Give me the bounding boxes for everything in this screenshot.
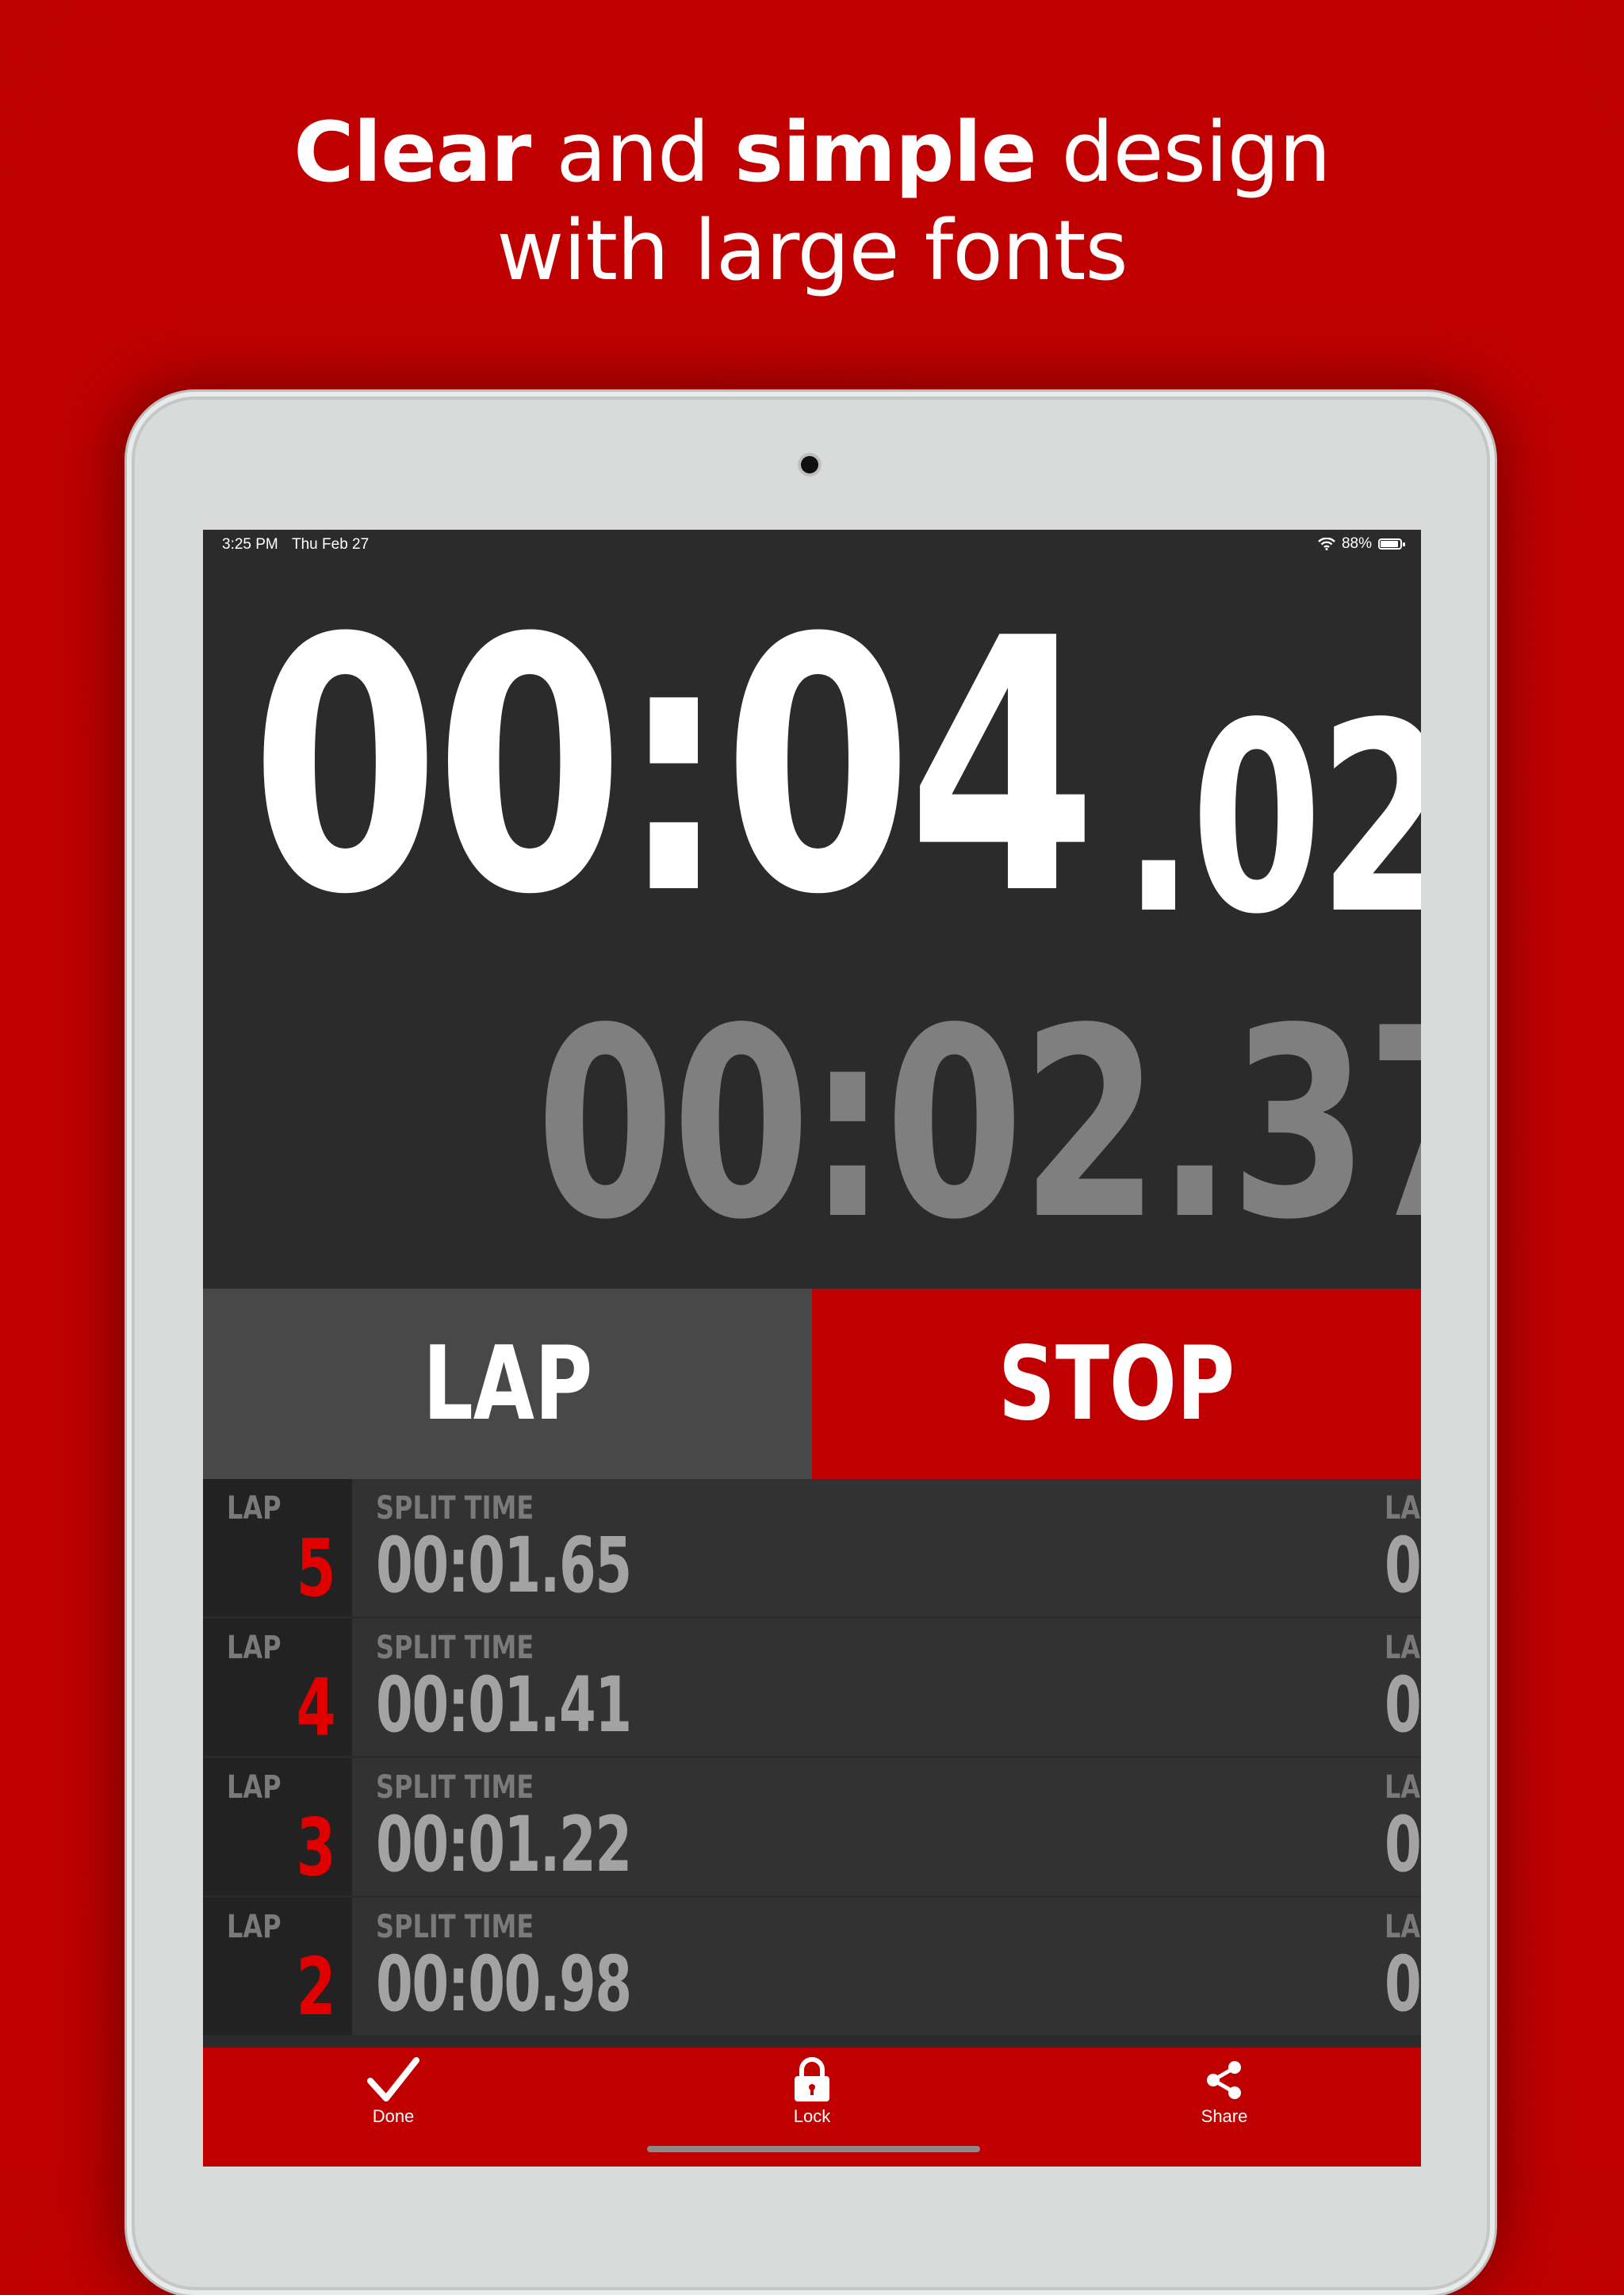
current-lap-time-display: 00:02.37 [536, 972, 1421, 1277]
stop-button[interactable]: STOP [812, 1289, 1421, 1479]
lap-number-cell: LAP 4 [203, 1619, 352, 1756]
headline-text-and: and [530, 104, 735, 201]
marketing-headline: Clear and simple design with large fonts [0, 103, 1624, 300]
lap-row: LAP 4 SPLIT TIME 00:01.41 LAP TIME 00:00… [203, 1619, 1421, 1757]
lock-label: Lock [793, 2106, 831, 2126]
lap-data-cell: SPLIT TIME 00:01.22 LAP TIME 00:00.19 [352, 1758, 1421, 1895]
done-label: Done [372, 2106, 415, 2126]
lap-number-cell: LAP 2 [203, 1898, 352, 2035]
lap-number: 3 [296, 1801, 336, 1894]
app-screen: 3:25 PM Thu Feb 27 88% 00:04 .02 00:02.3… [203, 530, 1421, 2167]
split-time-value: 00:01.41 [376, 1661, 632, 1749]
lap-time-value: 00:02.37 [1385, 1521, 1421, 1610]
lap-label: LAP [227, 1490, 282, 1527]
lap-row: LAP 5 SPLIT TIME 00:01.65 LAP TIME 00:02… [203, 1479, 1421, 1618]
lap-row: LAP 2 SPLIT TIME 00:00.98 LAP TIME 00:00… [203, 1898, 1421, 2036]
lap-row: LAP 3 SPLIT TIME 00:01.22 LAP TIME 00:00… [203, 1758, 1421, 1897]
share-label: Share [1201, 2106, 1248, 2126]
elapsed-time-fraction: .02 [1123, 667, 1421, 971]
checkmark-icon [367, 2057, 419, 2102]
lap-data-cell: SPLIT TIME 00:00.98 LAP TIME 00:00.24 [352, 1898, 1421, 2035]
stop-button-label: STOP [998, 1324, 1235, 1443]
elapsed-time-main: 00:04 [251, 565, 1097, 971]
split-time-value: 00:01.65 [376, 1521, 632, 1610]
lap-label: LAP [227, 1630, 282, 1666]
lap-number-cell: LAP 5 [203, 1479, 352, 1616]
lap-number: 4 [296, 1661, 336, 1754]
home-indicator[interactable] [647, 2146, 980, 2152]
lap-time-value: 00:00.19 [1385, 1800, 1421, 1889]
headline-line2: with large fonts [496, 202, 1128, 299]
headline-text-design: design [1036, 104, 1331, 201]
lap-label: LAP [227, 1909, 282, 1945]
lap-number: 2 [296, 1941, 336, 2033]
done-button[interactable]: Done [330, 2048, 457, 2167]
lap-data-cell: SPLIT TIME 00:01.65 LAP TIME 00:02.37 [352, 1479, 1421, 1616]
lap-data-cell: SPLIT TIME 00:01.41 LAP TIME 00:00.24 [352, 1619, 1421, 1756]
laps-list[interactable]: LAP 5 SPLIT TIME 00:01.65 LAP TIME 00:02… [203, 1479, 1421, 2037]
split-time-value: 00:01.22 [376, 1800, 632, 1889]
share-button[interactable]: Share [1161, 2048, 1288, 2167]
split-time-value: 00:00.98 [376, 1940, 632, 2029]
lock-icon [795, 2057, 829, 2102]
elapsed-time-display: 00:04 .02 [251, 546, 1421, 990]
headline-bold-simple: simple [734, 104, 1037, 201]
headline-bold-clear: Clear [293, 104, 531, 201]
lap-number: 5 [296, 1522, 336, 1615]
front-camera [801, 456, 818, 473]
lap-label: LAP [227, 1769, 282, 1806]
share-icon [1207, 2061, 1241, 2099]
lap-number-cell: LAP 3 [203, 1758, 352, 1895]
lap-time-value: 00:00.24 [1385, 1661, 1421, 1749]
lap-time-value: 00:00.24 [1385, 1940, 1421, 2029]
lap-button[interactable]: LAP [203, 1289, 812, 1479]
lap-button-label: LAP [422, 1324, 593, 1443]
